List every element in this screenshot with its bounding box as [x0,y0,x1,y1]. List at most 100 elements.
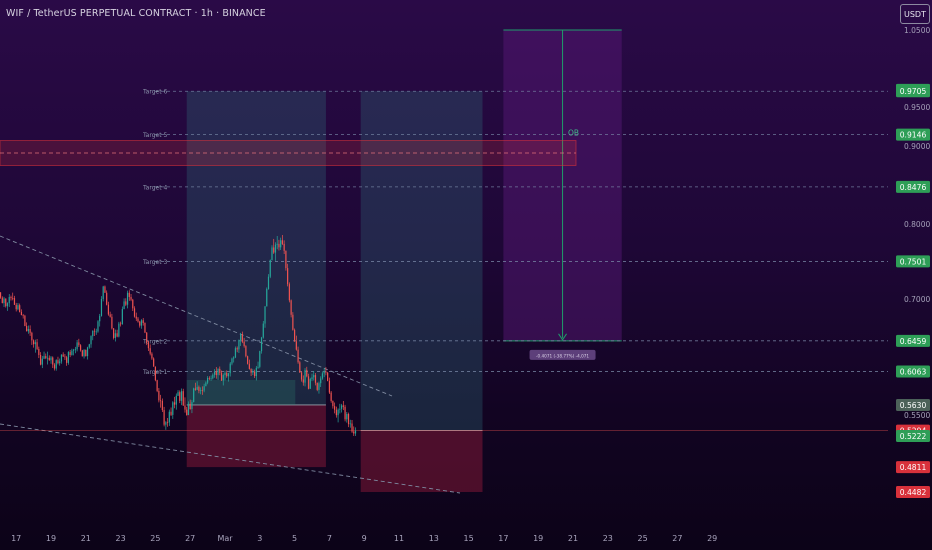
y-axis-tick-label: 0.9000 [904,142,930,151]
candle-body [219,368,221,373]
candle-body [293,329,296,342]
candle-body [252,371,254,373]
candle-body [95,331,97,333]
candle-body [146,332,148,343]
candle-body [269,260,271,277]
candle-body [332,401,334,407]
candle-body [175,395,177,405]
chart-plot[interactable]: -0.4071 (-38.77%) -4,071 OB Target 1 Target… [0,0,932,550]
candle-body [205,382,207,387]
candle-body [107,304,110,315]
candle-body [247,356,249,364]
x-axis-tick-label: 29 [707,534,717,543]
candle-body [238,339,240,350]
candle-body [285,250,287,269]
candle-body [118,323,120,337]
price-axis-label: 0.4811 [900,463,927,472]
target-label: Target 1 [142,369,167,376]
x-axis-tick-label: 5 [292,534,297,543]
candle-body [177,392,179,396]
candle-body [281,240,284,244]
candle-body [347,413,350,425]
candle-body [189,403,191,410]
candle-body [38,348,40,355]
candle-body [144,322,146,333]
candle-body [140,320,143,326]
candle-body [5,298,7,307]
candle-body [66,357,68,363]
candle-body [46,357,49,359]
candle-body [346,413,348,420]
candle-body [15,304,17,310]
position-stop-zone [186,404,326,468]
candle-body [187,403,190,416]
x-axis-tick-label: 21 [81,534,91,543]
candle-body [19,305,21,312]
candle-body [314,375,317,383]
candle-body [149,348,151,354]
x-axis-tick-label: 19 [533,534,543,543]
candle-body [26,325,28,332]
candle-body [179,392,181,401]
x-axis-tick-label: 21 [568,534,578,543]
x-axis-tick-label: 27 [672,534,682,543]
candle-body [39,354,42,365]
candle-body [109,314,111,317]
candle-body [290,300,292,315]
candle-body [142,320,144,323]
candle-body [186,409,188,416]
x-axis-tick-label: 25 [638,534,648,543]
candle-body [226,372,228,377]
candle-body [172,402,174,415]
candle-body [257,366,259,368]
candle-body [165,422,167,425]
candle-body [71,350,73,355]
candle-body [288,284,290,301]
candle-body [48,357,50,361]
candle-body [52,357,54,365]
candle-body [236,348,238,350]
candle-body [260,337,263,352]
candle-body [309,379,311,389]
candle-body [248,363,250,369]
candle-body [158,390,160,401]
price-axis-label: 0.8476 [900,183,927,192]
candle-body [278,243,280,248]
candle-body [349,423,351,425]
candle-body [180,391,183,401]
price-axis-label: 0.7501 [900,257,927,266]
ob-label: OB [568,129,579,138]
candle-body [173,402,176,405]
candle-body [321,373,324,379]
candle-body [119,323,122,325]
measure-label: -0.4071 (-38.77%) -4,071 [536,353,589,358]
candle-body [160,400,162,402]
candle-body [73,349,75,351]
candle-body [300,372,303,380]
candle-body [262,323,264,338]
y-axis-tick-label: 0.8000 [904,220,930,229]
candle-body [273,247,275,253]
candle-body [334,406,336,410]
candle-body [276,243,278,245]
candle-body [69,352,71,355]
candle-body [135,316,137,319]
candle-body [250,368,252,373]
candle-body [34,342,36,345]
candle-body [351,423,353,432]
x-axis-tick-label: 13 [429,534,439,543]
x-axis-tick-label: 11 [394,534,404,543]
candle-body [125,301,127,305]
candle-body [50,357,52,361]
candle-body [227,373,230,377]
candle-body [57,360,59,364]
candle-body [320,378,322,384]
candle-body [220,372,223,381]
candle-body [97,321,99,332]
candle-body [93,330,96,332]
candle-body [133,308,136,317]
candle-body [323,371,325,374]
candle-body [153,358,155,367]
candle-body [8,297,10,304]
candle-body [10,297,12,299]
